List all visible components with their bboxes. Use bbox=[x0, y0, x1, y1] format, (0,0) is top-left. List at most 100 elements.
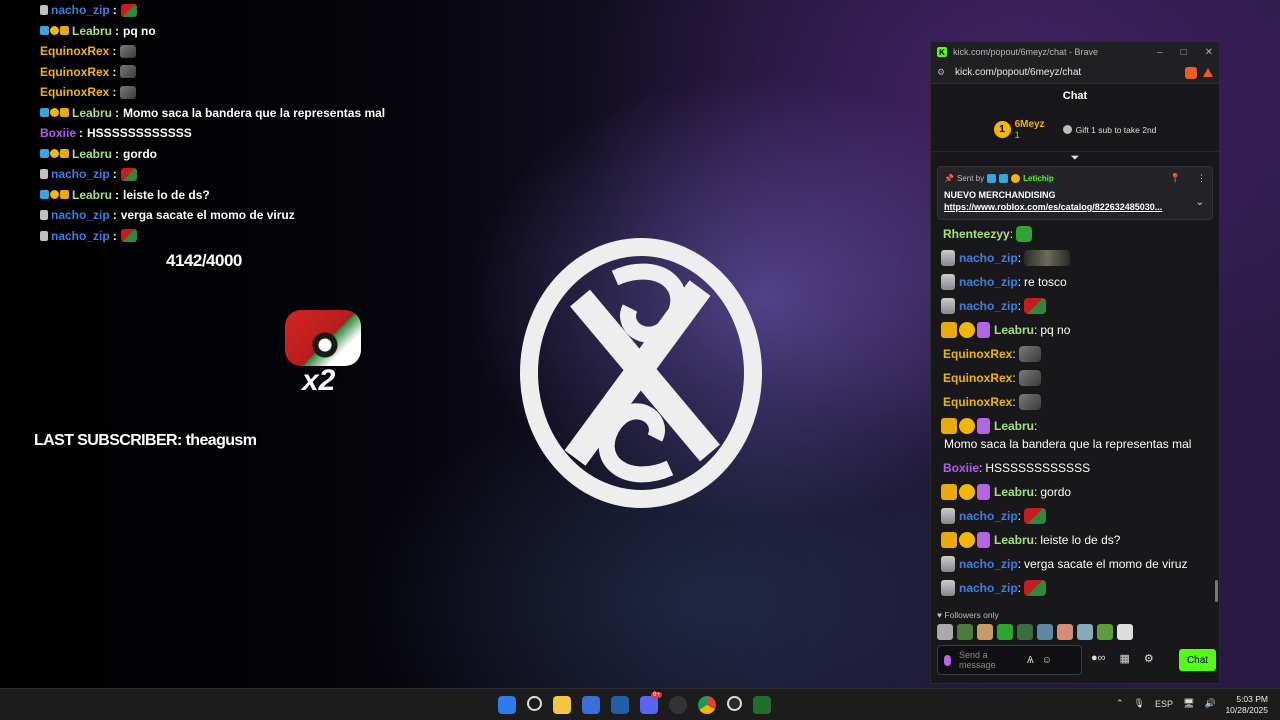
close-button[interactable]: ✕ bbox=[1205, 47, 1213, 58]
chat-username[interactable]: Leabru bbox=[994, 417, 1034, 435]
crown-badge-icon[interactable] bbox=[941, 418, 957, 434]
chat-username[interactable]: EquinoxRex bbox=[943, 393, 1012, 411]
chat-username[interactable]: nacho_zip bbox=[959, 555, 1018, 573]
chat-message[interactable]: nacho_zip: bbox=[941, 504, 1209, 528]
chat-username[interactable]: Rhenteezyy bbox=[943, 225, 1010, 243]
site-settings-icon[interactable]: ⚙ bbox=[937, 67, 947, 78]
cup-badge-icon[interactable] bbox=[941, 580, 955, 596]
gift-sub-button[interactable]: Gift 1 sub to take 2nd bbox=[1062, 125, 1156, 135]
emote-button[interactable] bbox=[1077, 624, 1093, 640]
chat-username[interactable]: nacho_zip bbox=[959, 297, 1018, 315]
obs-icon[interactable] bbox=[669, 696, 687, 714]
cup-badge-icon[interactable] bbox=[941, 508, 955, 524]
crown-badge-icon[interactable] bbox=[941, 532, 957, 548]
emote-button[interactable] bbox=[977, 624, 993, 640]
emote-button[interactable] bbox=[1037, 624, 1053, 640]
send-chat-button[interactable]: Chat bbox=[1179, 649, 1216, 671]
coin-badge-icon[interactable] bbox=[959, 418, 975, 434]
chat-username[interactable]: nacho_zip bbox=[959, 273, 1018, 291]
pinned-link[interactable]: https://www.roblox.com/es/catalog/822632… bbox=[944, 202, 1194, 212]
chat-message-list[interactable]: Rhenteezyy: nacho_zip: nacho_zip: re tosco n… bbox=[931, 222, 1219, 608]
chat-message[interactable]: Leabru: pq no bbox=[941, 318, 1209, 342]
settings-gear-icon[interactable]: ⚙ bbox=[1144, 652, 1154, 665]
url-text[interactable]: kick.com/popout/6meyz/chat bbox=[955, 67, 1081, 78]
crown-badge-icon[interactable] bbox=[941, 484, 957, 500]
emote-button[interactable] bbox=[1057, 624, 1073, 640]
gift-badge-icon[interactable] bbox=[977, 418, 990, 434]
chat-username[interactable]: Leabru bbox=[994, 321, 1034, 339]
chat-message[interactable]: nacho_zip: re tosco bbox=[941, 270, 1209, 294]
unpin-icon[interactable]: 📍 bbox=[1170, 173, 1181, 184]
brave-rewards-icon[interactable] bbox=[1203, 68, 1213, 77]
gift-badge-icon[interactable] bbox=[977, 484, 990, 500]
microphone-tray-icon[interactable]: 🎙 bbox=[1134, 698, 1145, 709]
chat-message[interactable]: nacho_zip: verga sacate el momo de viruz bbox=[941, 552, 1209, 576]
chat-message[interactable]: nacho_zip: bbox=[941, 294, 1209, 318]
emote-button[interactable] bbox=[937, 624, 953, 640]
chat-username[interactable]: nacho_zip bbox=[959, 507, 1018, 525]
gift-badge-icon[interactable] bbox=[977, 532, 990, 548]
file-explorer-icon[interactable] bbox=[553, 696, 571, 714]
emote-button[interactable] bbox=[1017, 624, 1033, 640]
coin-badge-icon[interactable] bbox=[959, 322, 975, 338]
chat-message[interactable]: nacho_zip: bbox=[941, 576, 1209, 600]
coin-badge-icon[interactable] bbox=[959, 484, 975, 500]
chat-scrollbar[interactable] bbox=[1215, 580, 1218, 602]
chat-username[interactable]: EquinoxRex bbox=[943, 345, 1012, 363]
app-icon[interactable] bbox=[611, 696, 629, 714]
steam-icon[interactable] bbox=[727, 696, 742, 711]
start-icon[interactable] bbox=[498, 696, 516, 714]
chat-username[interactable]: nacho_zip bbox=[959, 249, 1018, 267]
emote-button[interactable] bbox=[1117, 624, 1133, 640]
minimize-button[interactable]: – bbox=[1157, 47, 1163, 58]
system-clock[interactable]: 5:03 PM 10/28/2025 bbox=[1225, 694, 1268, 716]
emoji-icon[interactable]: ☺ bbox=[1042, 655, 1052, 666]
chat-username[interactable]: Leabru bbox=[994, 483, 1034, 501]
chat-message[interactable]: Leabru: Momo saca la bandera que la repre… bbox=[941, 414, 1209, 456]
brave-shields-icon[interactable] bbox=[1185, 66, 1197, 79]
chat-message[interactable]: EquinoxRex: bbox=[941, 342, 1209, 366]
network-icon[interactable]: 🖥 bbox=[1183, 698, 1194, 709]
more-options-icon[interactable]: ⋮ bbox=[1197, 173, 1206, 184]
discord-icon[interactable]: 9+ bbox=[640, 692, 662, 714]
cup-badge-icon[interactable] bbox=[941, 250, 955, 266]
chat-message[interactable]: EquinoxRex: bbox=[941, 390, 1209, 414]
cup-badge-icon[interactable] bbox=[941, 274, 955, 290]
chevron-down-icon[interactable]: ⌄ bbox=[1196, 197, 1204, 208]
microphone-icon[interactable] bbox=[944, 654, 951, 666]
chat-username[interactable]: nacho_zip bbox=[959, 579, 1018, 597]
chat-message[interactable]: Leabru: leiste lo de ds? bbox=[941, 528, 1209, 552]
emote-button[interactable] bbox=[1097, 624, 1113, 640]
chat-message[interactable]: EquinoxRex: bbox=[941, 366, 1209, 390]
emote-button[interactable] bbox=[997, 624, 1013, 640]
kick-rewards-icon[interactable]: ●∞ bbox=[1091, 652, 1106, 665]
collapse-arrow-icon[interactable]: ⏷ bbox=[931, 152, 1219, 166]
gift-badge-icon[interactable] bbox=[977, 322, 990, 338]
cup-badge-icon[interactable] bbox=[941, 298, 955, 314]
volume-icon[interactable]: 🔊 bbox=[1204, 698, 1215, 709]
chat-message[interactable]: Leabru: gordo bbox=[941, 480, 1209, 504]
address-bar[interactable]: ⚙ kick.com/popout/6meyz/chat bbox=[931, 62, 1219, 84]
top-gifter-name[interactable]: 6Meyz bbox=[1015, 119, 1045, 130]
terminal-icon[interactable] bbox=[753, 696, 771, 714]
store-icon[interactable]: ▦ bbox=[1120, 652, 1130, 665]
chat-username[interactable]: Leabru bbox=[994, 531, 1034, 549]
chat-message[interactable]: Rhenteezyy: bbox=[941, 222, 1209, 246]
chat-username[interactable]: Boxiie bbox=[943, 459, 979, 477]
store-app-icon[interactable] bbox=[582, 696, 600, 714]
crown-badge-icon[interactable] bbox=[941, 322, 957, 338]
chat-message[interactable]: Boxiie: HSSSSSSSSSSSS bbox=[941, 456, 1209, 480]
tray-overflow-icon[interactable]: ⌃ bbox=[1116, 698, 1124, 709]
coin-badge-icon[interactable] bbox=[959, 532, 975, 548]
pinned-sender-name[interactable]: Letichip bbox=[1023, 174, 1054, 183]
emote-button[interactable] bbox=[957, 624, 973, 640]
cup-badge-icon[interactable] bbox=[941, 556, 955, 572]
chat-username[interactable]: EquinoxRex bbox=[943, 369, 1012, 387]
translate-icon[interactable]: Ѧ bbox=[1027, 655, 1034, 666]
maximize-button[interactable]: □ bbox=[1181, 47, 1187, 58]
message-input[interactable]: Send a message Ѧ ☺ bbox=[937, 645, 1082, 675]
language-indicator[interactable]: ESP bbox=[1155, 699, 1173, 709]
chrome-icon[interactable] bbox=[698, 696, 716, 714]
chat-message[interactable]: nacho_zip: bbox=[941, 246, 1209, 270]
search-icon[interactable] bbox=[527, 696, 542, 711]
